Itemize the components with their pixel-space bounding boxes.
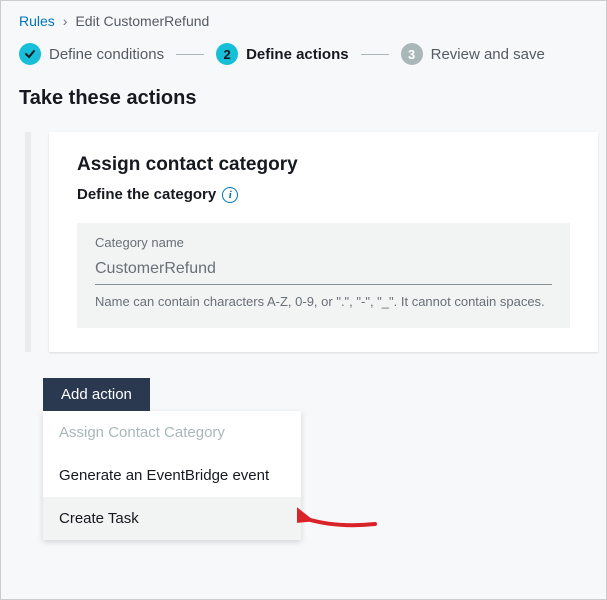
dropdown-item-eventbridge[interactable]: Generate an EventBridge event xyxy=(43,454,301,497)
check-icon xyxy=(19,43,41,65)
step-define-actions[interactable]: 2 Define actions xyxy=(216,43,349,65)
section-title: Take these actions xyxy=(19,87,598,110)
card-subtitle: Define the category xyxy=(77,186,216,203)
dropdown-item-assign-category: Assign Contact Category xyxy=(43,411,301,454)
add-action-dropdown: Assign Contact Category Generate an Even… xyxy=(43,411,301,540)
info-icon[interactable]: i xyxy=(222,187,238,203)
step-connector xyxy=(176,54,204,55)
step-label: Define conditions xyxy=(49,46,164,63)
card-title: Assign contact category xyxy=(77,154,570,176)
annotation-arrow-icon xyxy=(297,504,377,534)
category-field-box: Category name Name can contain character… xyxy=(77,223,570,328)
chevron-right-icon: › xyxy=(63,13,68,29)
dropdown-item-create-task[interactable]: Create Task xyxy=(43,497,301,540)
step-label: Review and save xyxy=(431,46,545,63)
step-review-save[interactable]: 3 Review and save xyxy=(401,43,545,65)
breadcrumb: Rules › Edit CustomerRefund xyxy=(19,11,598,29)
step-number-badge: 2 xyxy=(216,43,238,65)
category-name-input[interactable] xyxy=(95,256,552,285)
field-help-text: Name can contain characters A-Z, 0-9, or… xyxy=(95,293,552,312)
step-indicator: Define conditions 2 Define actions 3 Rev… xyxy=(19,43,598,65)
action-card-assign-category: Assign contact category Define the categ… xyxy=(49,132,598,352)
actions-container: Assign contact category Define the categ… xyxy=(25,132,598,352)
step-number-badge: 3 xyxy=(401,43,423,65)
step-define-conditions[interactable]: Define conditions xyxy=(19,43,164,65)
breadcrumb-root[interactable]: Rules xyxy=(19,13,55,29)
add-action-button[interactable]: Add action xyxy=(43,378,150,411)
breadcrumb-current: Edit CustomerRefund xyxy=(75,13,209,29)
step-label: Define actions xyxy=(246,46,349,63)
field-label: Category name xyxy=(95,235,552,250)
step-connector xyxy=(361,54,389,55)
